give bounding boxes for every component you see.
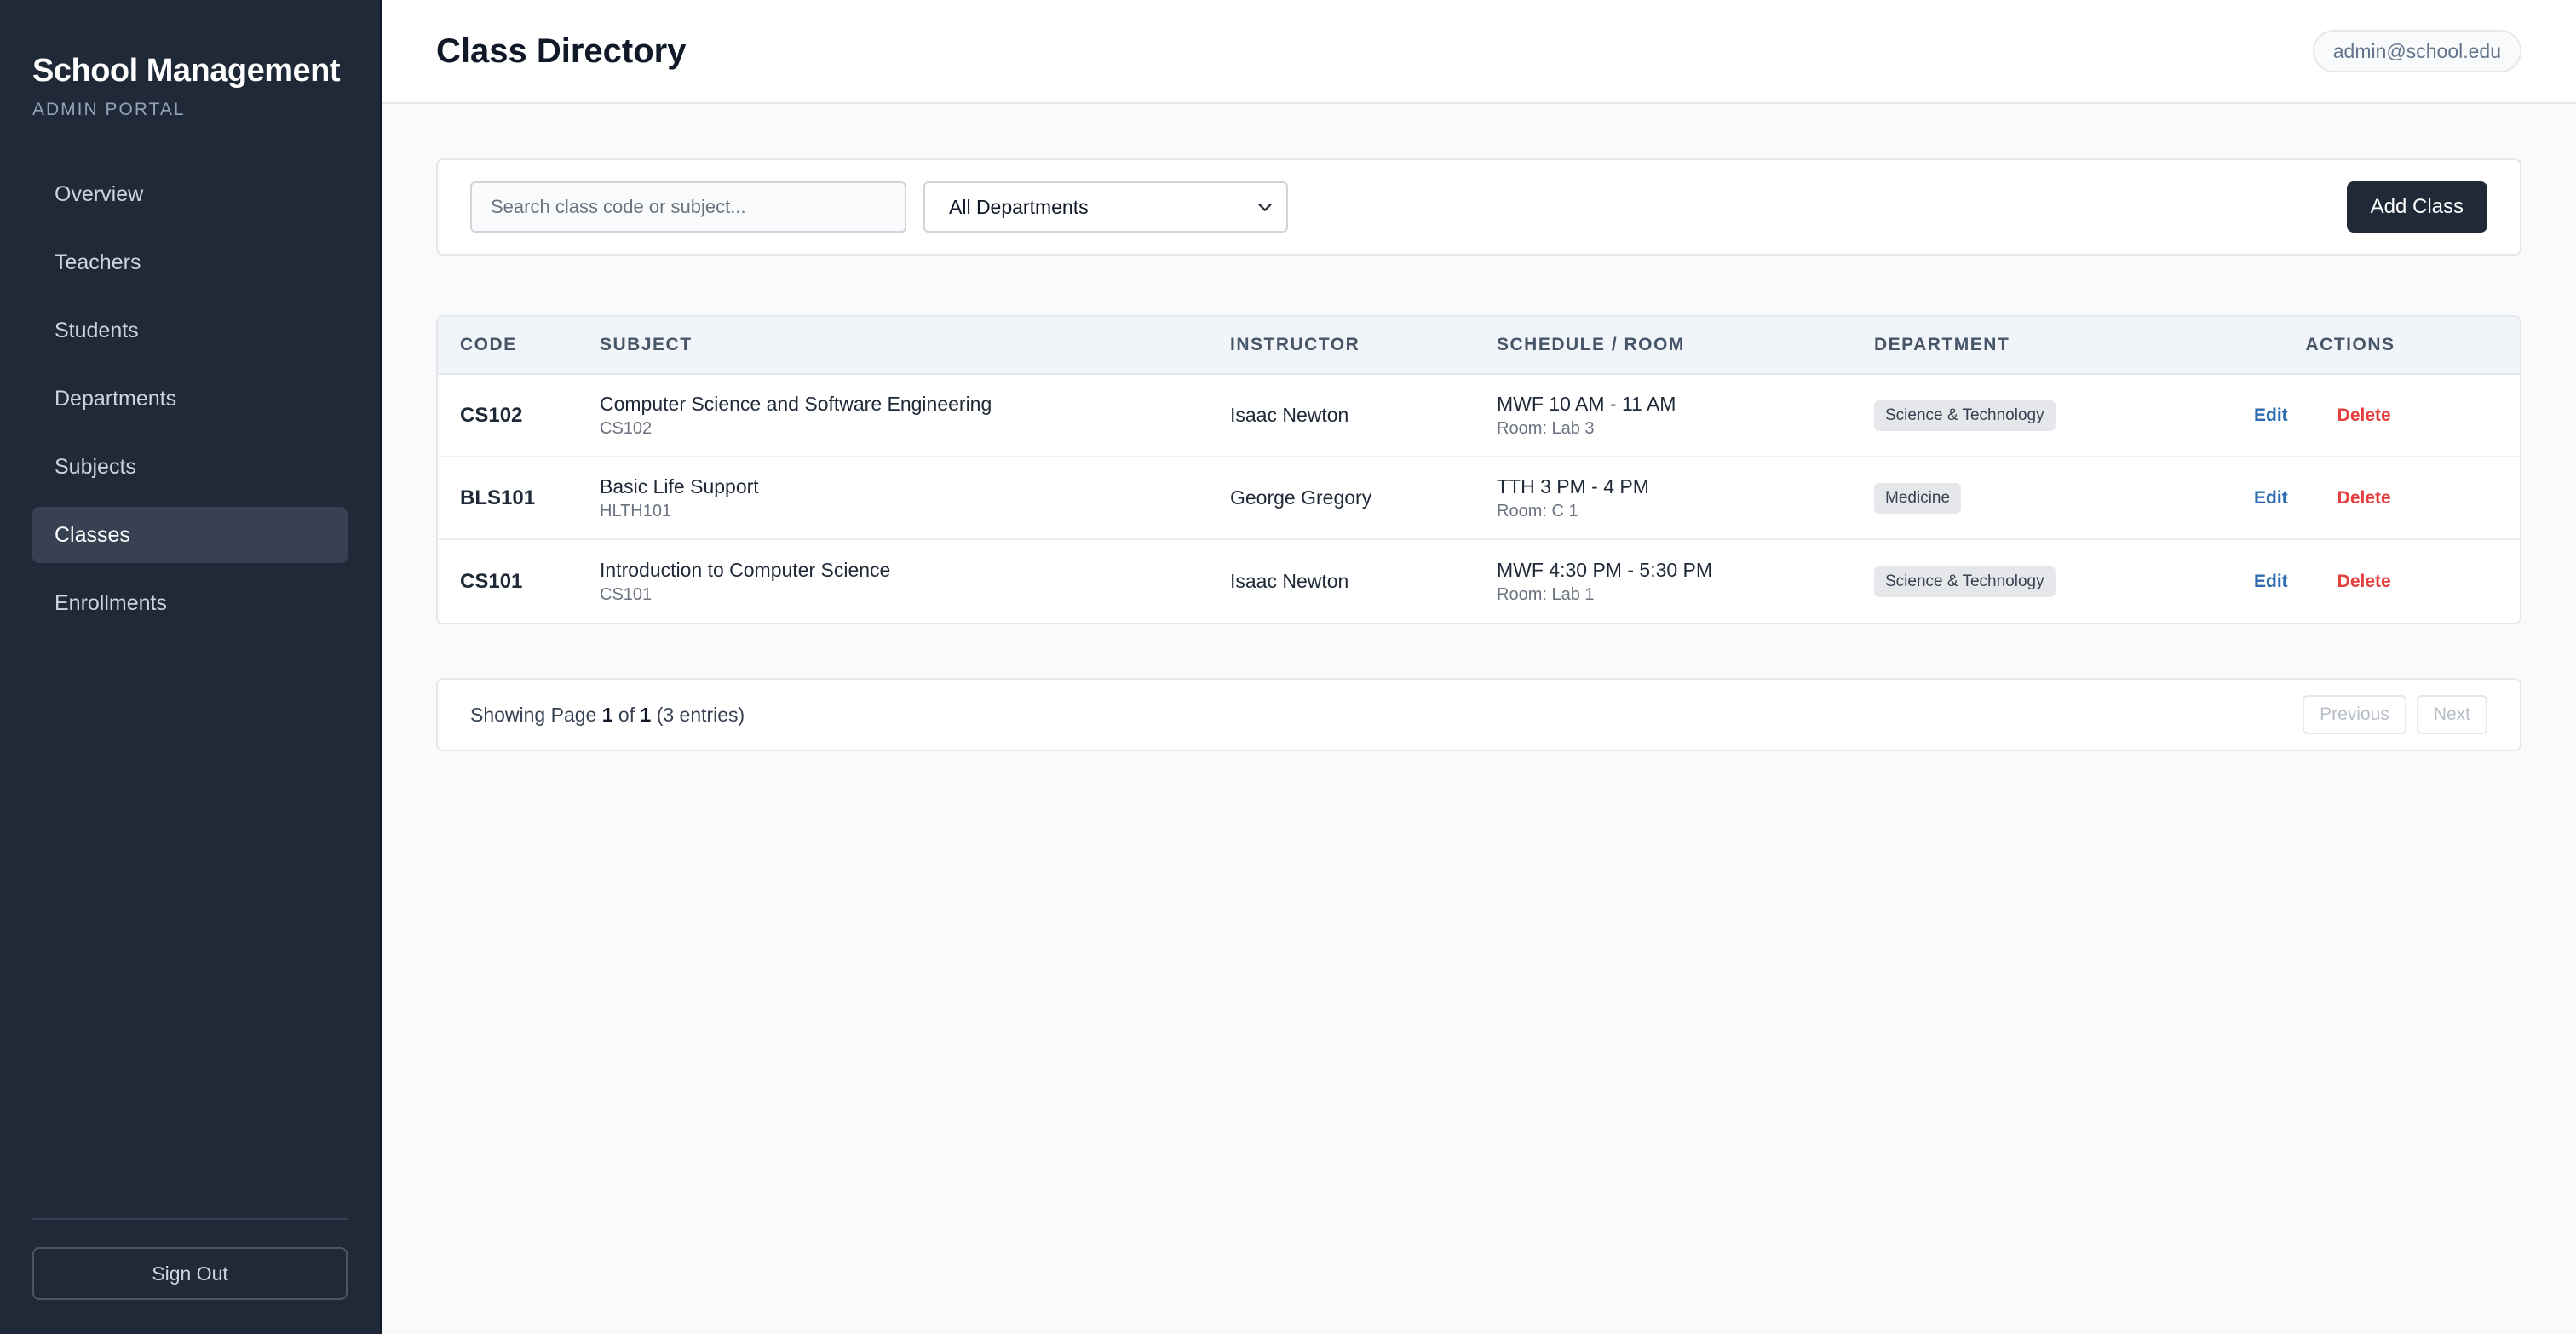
instructor-name: Isaac Newton (1230, 570, 1349, 592)
pagination-prefix: Showing Page (470, 703, 597, 726)
subject-cell: Basic Life Support HLTH101 (600, 475, 1230, 521)
sidebar-item-enrollments[interactable]: Enrollments (32, 575, 348, 631)
sidebar-item-departments[interactable]: Departments (32, 371, 348, 427)
department-select[interactable]: All Departments (923, 181, 1288, 233)
table-row: CS101 Introduction to Computer Science C… (438, 540, 2520, 623)
column-header-instructor[interactable]: INSTRUCTOR (1230, 335, 1497, 355)
department-cell: Medicine (1874, 482, 2215, 514)
subject-name: Basic Life Support (600, 474, 759, 497)
app-root: School Management ADMIN PORTAL Overview … (0, 0, 2576, 1334)
sidebar-item-subjects[interactable]: Subjects (32, 439, 348, 495)
table-row: BLS101 Basic Life Support HLTH101 George… (438, 457, 2520, 540)
filter-bar: All Departments Add Class (436, 158, 2521, 256)
previous-page-button[interactable]: Previous (2303, 695, 2406, 734)
column-header-subject[interactable]: SUBJECT (600, 335, 1230, 355)
sidebar-item-classes[interactable]: Classes (32, 507, 348, 563)
subject-code: HLTH101 (600, 501, 672, 520)
actions-cell: Edit Delete (2215, 572, 2520, 592)
pagination-bar: Showing Page 1 of 1 (3 entries) Previous… (436, 678, 2521, 751)
search-input[interactable] (470, 181, 906, 233)
room-label: Room: Lab 3 (1497, 418, 1595, 438)
subject-cell: Introduction to Computer Science CS101 (600, 559, 1230, 605)
table-row: CS102 Computer Science and Software Engi… (438, 375, 2520, 457)
current-page: 1 (601, 703, 613, 726)
class-code: CS102 (460, 403, 523, 427)
column-header-schedule[interactable]: SCHEDULE / ROOM (1497, 335, 1874, 355)
chevron-down-icon (1258, 204, 1272, 211)
edit-button[interactable]: Edit (2254, 405, 2288, 426)
main-content: Class Directory admin@school.edu All Dep… (382, 0, 2576, 1334)
schedule-cell: MWF 10 AM - 11 AM Room: Lab 3 (1497, 393, 1874, 439)
column-header-code[interactable]: CODE (438, 335, 600, 355)
class-table: CODE SUBJECT INSTRUCTOR SCHEDULE / ROOM … (436, 315, 2521, 624)
edit-button[interactable]: Edit (2254, 488, 2288, 509)
instructor-name: Isaac Newton (1230, 404, 1349, 426)
column-header-department[interactable]: DEPARTMENT (1874, 335, 2215, 355)
department-cell: Science & Technology (1874, 566, 2215, 597)
delete-button[interactable]: Delete (2337, 488, 2391, 509)
brand-subtitle: ADMIN PORTAL (32, 100, 186, 119)
topbar: Class Directory admin@school.edu (382, 0, 2576, 104)
pagination-summary: Showing Page 1 of 1 (3 entries) (470, 704, 745, 727)
sidebar-item-overview[interactable]: Overview (32, 166, 348, 222)
sidebar-nav: Overview Teachers Students Departments S… (0, 166, 380, 643)
edit-button[interactable]: Edit (2254, 572, 2288, 592)
room-label: Room: C 1 (1497, 501, 1578, 520)
schedule-cell: TTH 3 PM - 4 PM Room: C 1 (1497, 475, 1874, 521)
instructor-name: George Gregory (1230, 486, 1372, 509)
next-page-button[interactable]: Next (2416, 695, 2487, 734)
subject-cell: Computer Science and Software Engineerin… (600, 393, 1230, 439)
department-badge: Science & Technology (1874, 566, 2056, 597)
page-title: Class Directory (436, 32, 687, 70)
sidebar: School Management ADMIN PORTAL Overview … (0, 0, 382, 1334)
delete-button[interactable]: Delete (2337, 572, 2391, 592)
table-header: CODE SUBJECT INSTRUCTOR SCHEDULE / ROOM … (438, 317, 2520, 375)
pagination-of: of (618, 703, 635, 726)
department-badge: Medicine (1874, 482, 1962, 514)
schedule-time: TTH 3 PM - 4 PM (1497, 474, 1649, 497)
actions-cell: Edit Delete (2215, 405, 2520, 426)
sign-out-button[interactable]: Sign Out (32, 1247, 348, 1300)
brand: School Management ADMIN PORTAL (0, 0, 380, 120)
user-email-chip[interactable]: admin@school.edu (2312, 30, 2521, 72)
class-code: BLS101 (460, 486, 536, 509)
schedule-time: MWF 4:30 PM - 5:30 PM (1497, 558, 1713, 581)
total-pages: 1 (640, 703, 652, 726)
sidebar-item-students[interactable]: Students (32, 302, 348, 359)
class-code: CS101 (460, 569, 523, 593)
room-label: Room: Lab 1 (1497, 584, 1595, 604)
schedule-cell: MWF 4:30 PM - 5:30 PM Room: Lab 1 (1497, 559, 1874, 605)
column-header-actions: ACTIONS (2305, 335, 2395, 354)
department-badge: Science & Technology (1874, 400, 2056, 431)
subject-code: CS102 (600, 418, 653, 438)
sidebar-item-teachers[interactable]: Teachers (32, 234, 348, 290)
pagination-buttons: Previous Next (2292, 695, 2487, 734)
schedule-time: MWF 10 AM - 11 AM (1497, 392, 1676, 415)
add-class-button[interactable]: Add Class (2346, 181, 2487, 233)
subject-name: Introduction to Computer Science (600, 558, 891, 581)
department-cell: Science & Technology (1874, 400, 2215, 431)
subject-name: Computer Science and Software Engineerin… (600, 392, 992, 415)
delete-button[interactable]: Delete (2337, 405, 2391, 426)
brand-title: School Management (32, 53, 341, 89)
entries-count: (3 entries) (656, 703, 745, 726)
department-select-value: All Departments (949, 195, 1089, 218)
sidebar-footer: Sign Out (32, 1218, 348, 1300)
subject-code: CS101 (600, 584, 653, 604)
actions-cell: Edit Delete (2215, 488, 2520, 509)
